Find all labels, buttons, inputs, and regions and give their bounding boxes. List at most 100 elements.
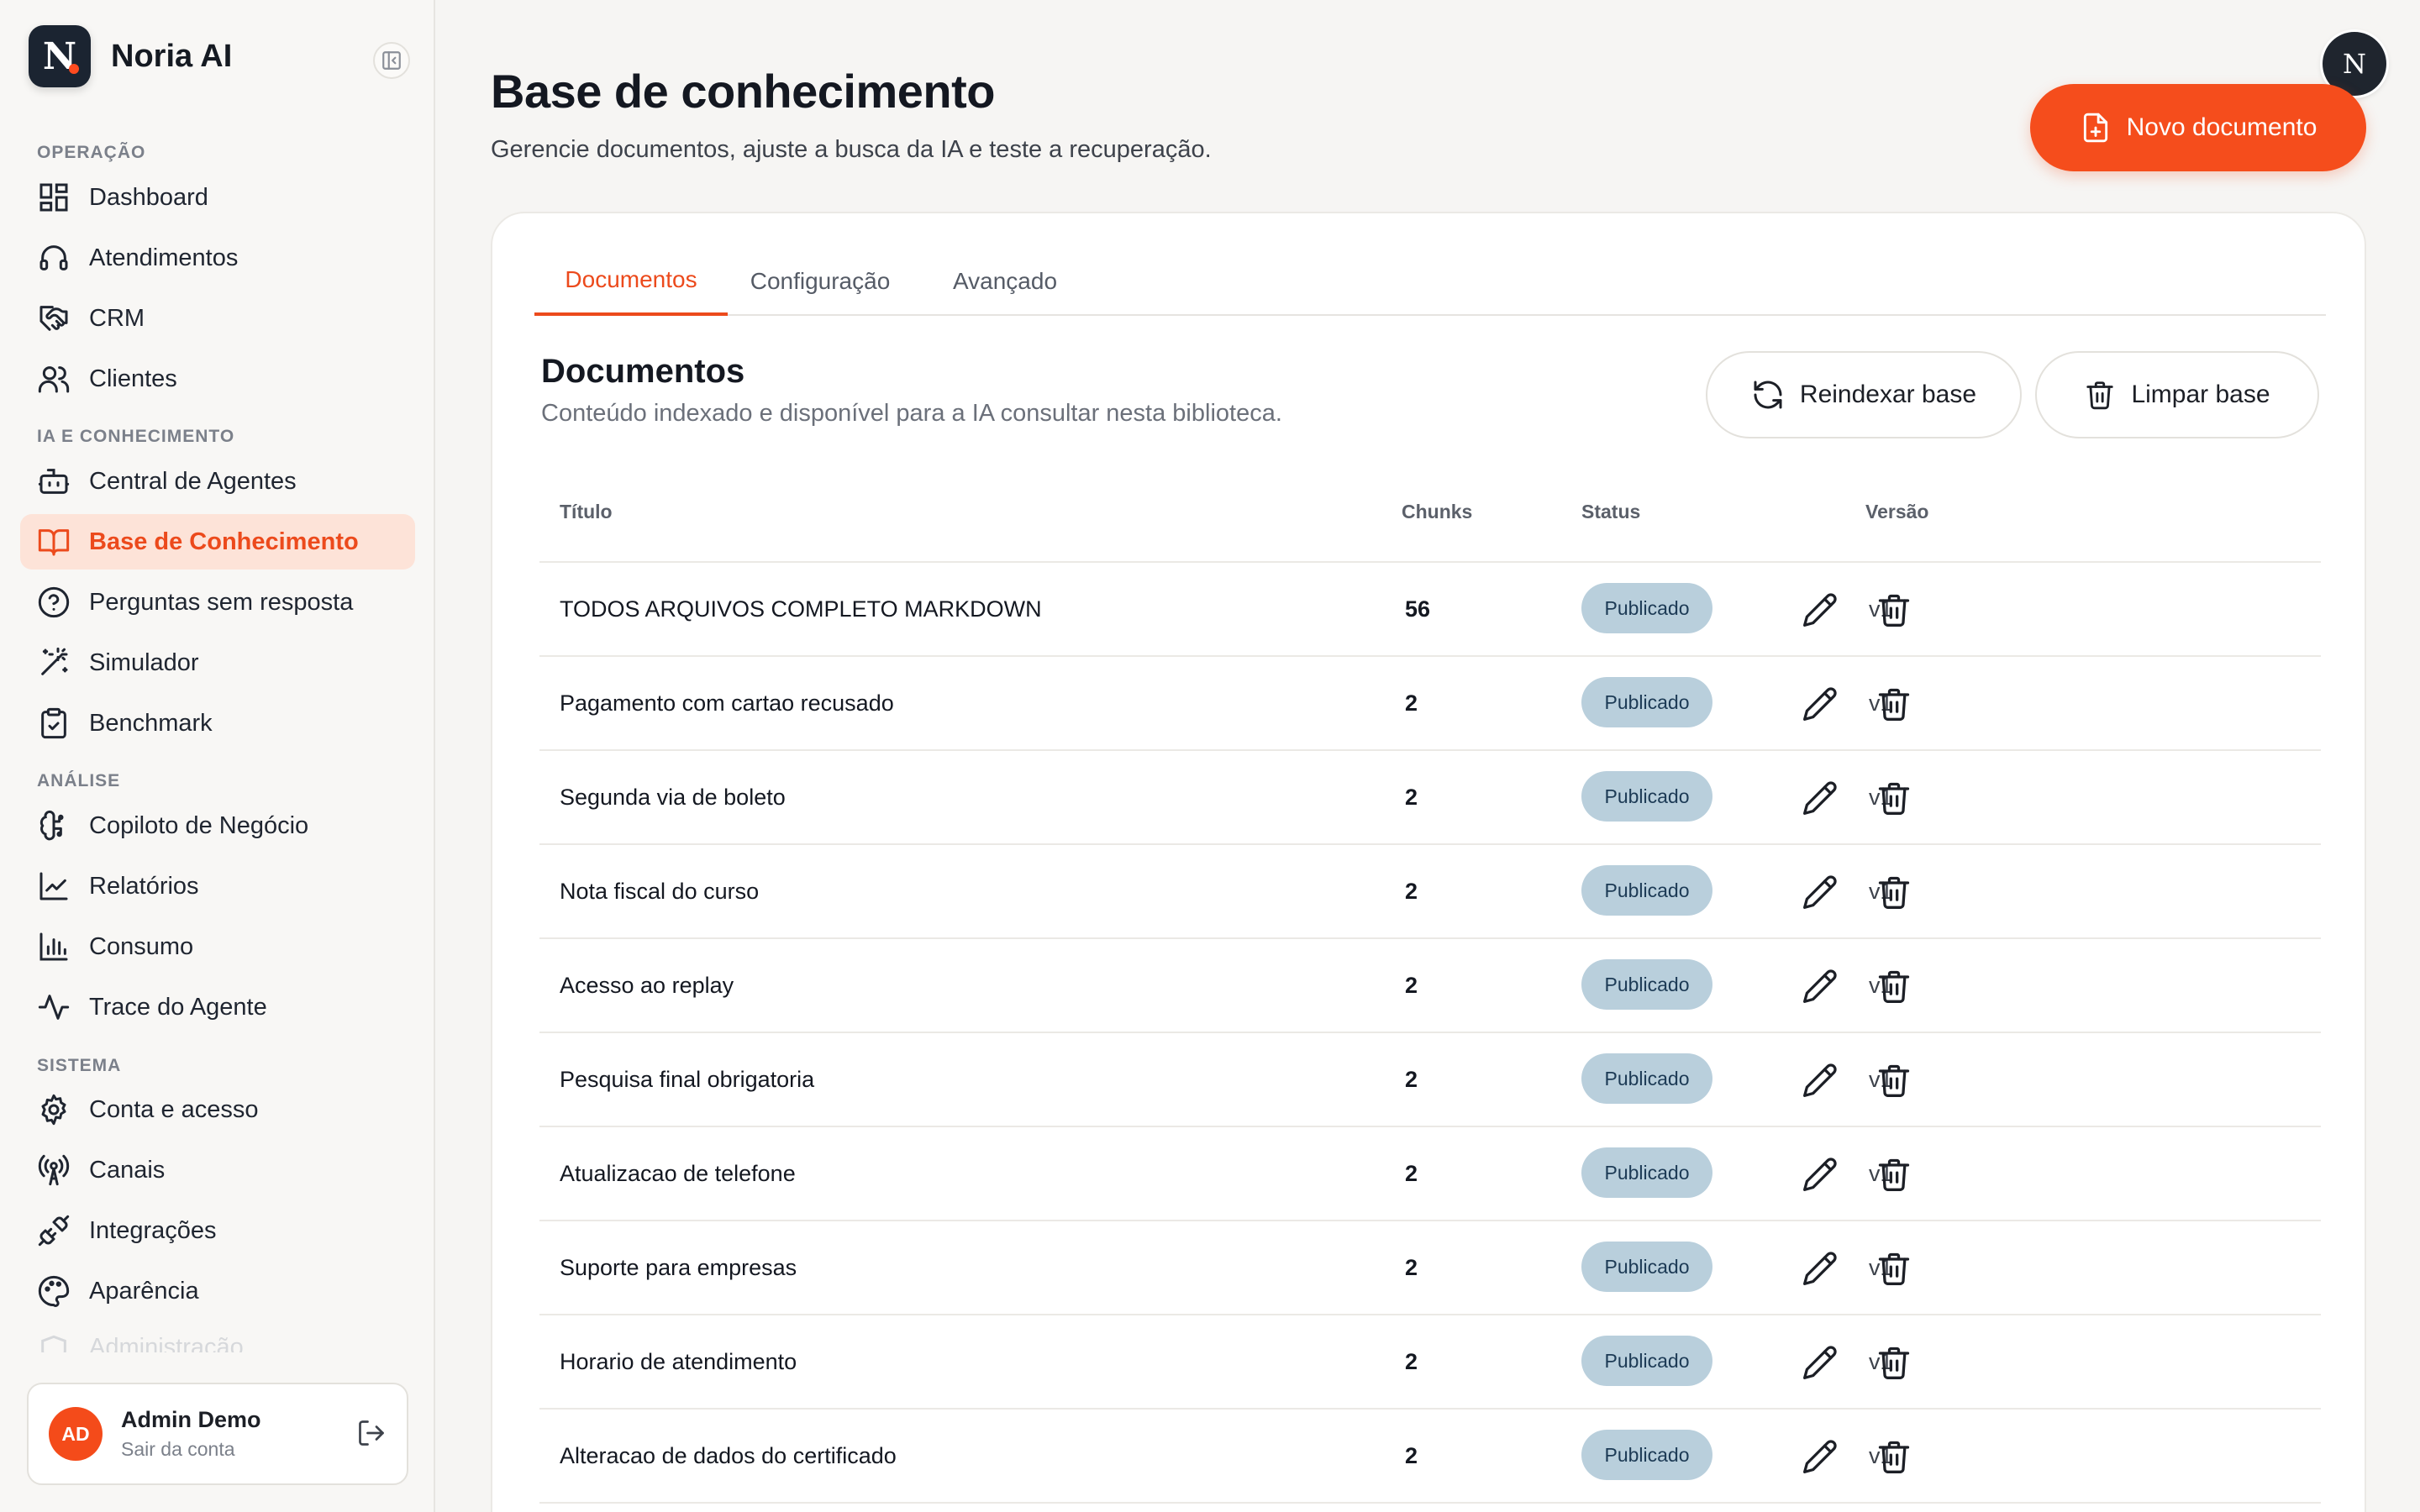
radio-tower-icon bbox=[38, 1154, 70, 1186]
brain-icon bbox=[39, 810, 64, 841]
table-row[interactable]: Acesso ao replay 2 Publicado v1 bbox=[539, 939, 2321, 1033]
reindex-button[interactable]: Reindexar base bbox=[1706, 351, 2022, 438]
edit-icon[interactable] bbox=[1802, 1062, 1839, 1099]
edit-icon[interactable] bbox=[1802, 1156, 1839, 1193]
logo-dot bbox=[69, 64, 79, 74]
document-title: Atualizacao de telefone bbox=[560, 1160, 796, 1186]
line-chart-icon bbox=[39, 872, 68, 900]
sidebar-item-central-agentes[interactable]: Central de Agentes bbox=[20, 454, 415, 509]
sidebar-item-copiloto[interactable]: Copiloto de Negócio bbox=[20, 798, 415, 853]
sidebar-collapse-icon bbox=[382, 51, 401, 70]
tab-configuracao[interactable]: Configuração bbox=[728, 247, 913, 316]
sidebar-item-atendimentos[interactable]: Atendimentos bbox=[20, 230, 415, 286]
sidebar-collapse-button[interactable] bbox=[373, 42, 410, 79]
sidebar-item-trace[interactable]: Trace do Agente bbox=[20, 979, 415, 1035]
document-chunks: 2 bbox=[1405, 1160, 1418, 1186]
table-row[interactable]: Horario de atendimento 2 Publicado v1 bbox=[539, 1315, 2321, 1410]
column-header-title[interactable]: Título bbox=[560, 501, 613, 523]
page-subtitle: Gerencie documentos, ajuste a busca da I… bbox=[491, 136, 1212, 163]
edit-icon[interactable] bbox=[1802, 1438, 1839, 1475]
trash-icon[interactable] bbox=[1876, 780, 1912, 816]
user-info: Admin Demo Sair da conta bbox=[121, 1407, 261, 1461]
edit-icon[interactable] bbox=[1802, 1344, 1839, 1381]
sidebar-item-perguntas[interactable]: Perguntas sem resposta bbox=[20, 575, 415, 630]
document-title: Acesso ao replay bbox=[560, 972, 734, 998]
document-title: Nota fiscal do curso bbox=[560, 878, 760, 904]
edit-icon[interactable] bbox=[1802, 874, 1839, 911]
sidebar-item-conta[interactable]: Conta e acesso bbox=[20, 1082, 415, 1137]
trash-icon[interactable] bbox=[1876, 1438, 1912, 1475]
table-row[interactable]: Suporte para empresas 2 Publicado v1 bbox=[539, 1221, 2321, 1315]
sidebar-item-label: Atendimentos bbox=[89, 244, 239, 271]
status-badge: Publicado bbox=[1581, 1147, 1712, 1198]
sidebar-item-crm[interactable]: CRM bbox=[20, 291, 415, 346]
trash-icon[interactable] bbox=[1876, 1062, 1912, 1099]
table-row[interactable]: Atualizacao de telefone 2 Publicado v1 bbox=[539, 1127, 2321, 1221]
trash-icon[interactable] bbox=[1876, 1250, 1912, 1287]
trash-icon[interactable] bbox=[1876, 874, 1912, 911]
logout-label: Sair da conta bbox=[121, 1438, 235, 1460]
sidebar-item-dashboard[interactable]: Dashboard bbox=[20, 170, 415, 225]
table-row[interactable]: Pesquisa final obrigatoria 2 Publicado v… bbox=[539, 1033, 2321, 1127]
sidebar-item-label: Perguntas sem resposta bbox=[89, 588, 354, 616]
clipboard-check-icon bbox=[41, 707, 66, 739]
edit-icon[interactable] bbox=[1802, 968, 1839, 1005]
table-row[interactable]: Alteracao de dados do certificado 2 Publ… bbox=[539, 1410, 2321, 1504]
column-header-status[interactable]: Status bbox=[1581, 501, 1640, 523]
book-icon bbox=[38, 529, 70, 556]
handshake-icon bbox=[39, 306, 68, 331]
sidebar-item-aparencia[interactable]: Aparência bbox=[20, 1263, 415, 1319]
page-title: Base de conhecimento bbox=[491, 65, 995, 118]
edit-icon[interactable] bbox=[1802, 780, 1839, 816]
status-badge: Publicado bbox=[1581, 1336, 1712, 1386]
new-document-button[interactable]: Novo documento bbox=[2030, 84, 2366, 171]
sidebar-item-label: Dashboard bbox=[89, 183, 208, 211]
sidebar-item-label: Canais bbox=[89, 1156, 166, 1184]
edit-icon[interactable] bbox=[1802, 685, 1839, 722]
edit-icon[interactable] bbox=[1802, 591, 1839, 628]
sidebar-item-canais[interactable]: Canais bbox=[20, 1142, 415, 1198]
sidebar-item-label: Conta e acesso bbox=[89, 1095, 259, 1123]
table-row[interactable]: TODOS ARQUIVOS COMPLETO MARKDOWN 56 Publ… bbox=[539, 563, 2321, 657]
user-card[interactable]: AD Admin Demo Sair da conta bbox=[27, 1383, 408, 1485]
sidebar-item-label: Integrações bbox=[89, 1216, 217, 1244]
column-header-chunks[interactable]: Chunks bbox=[1402, 501, 1472, 523]
nav-section-ia: IA E CONHECIMENTO bbox=[37, 427, 235, 446]
tab-avancado[interactable]: Avançado bbox=[913, 247, 1097, 316]
trash-icon[interactable] bbox=[1876, 591, 1912, 628]
brand[interactable]: N Noria AI bbox=[29, 25, 232, 87]
trash-icon[interactable] bbox=[1876, 1156, 1912, 1193]
table-row[interactable]: Pagamento com cartao recusado 2 Publicad… bbox=[539, 657, 2321, 751]
column-header-version[interactable]: Versão bbox=[1865, 501, 1928, 523]
sidebar-item-administracao[interactable]: Administração bbox=[20, 1319, 415, 1352]
sidebar-item-consumo[interactable]: Consumo bbox=[20, 919, 415, 974]
sidebar-item-relatorios[interactable]: Relatórios bbox=[20, 858, 415, 914]
magic-wand-icon bbox=[41, 647, 68, 675]
sidebar-item-label: Central de Agentes bbox=[89, 467, 297, 495]
nav-section-sistema: SISTEMA bbox=[37, 1056, 122, 1075]
table-row[interactable]: Nota fiscal do curso 2 Publicado v1 bbox=[539, 845, 2321, 939]
clear-base-button[interactable]: Limpar base bbox=[2035, 351, 2319, 438]
nav-section-analise: ANÁLISE bbox=[37, 771, 121, 790]
sidebar-item-label: Relatórios bbox=[89, 872, 199, 900]
sidebar-item-label: Clientes bbox=[89, 365, 177, 392]
document-chunks: 2 bbox=[1405, 1254, 1418, 1280]
edit-icon[interactable] bbox=[1802, 1250, 1839, 1287]
sidebar-item-benchmark[interactable]: Benchmark bbox=[20, 696, 415, 751]
sidebar-item-integracoes[interactable]: Integrações bbox=[20, 1203, 415, 1258]
sidebar-item-simulador[interactable]: Simulador bbox=[20, 635, 415, 690]
sidebar-item-clientes[interactable]: Clientes bbox=[20, 351, 415, 407]
plug-icon bbox=[38, 1215, 70, 1247]
trash-icon[interactable] bbox=[1876, 1344, 1912, 1381]
document-title: Pagamento com cartao recusado bbox=[560, 690, 894, 716]
status-badge: Publicado bbox=[1581, 1242, 1712, 1292]
users-icon bbox=[38, 366, 70, 393]
tab-documentos[interactable]: Documentos bbox=[534, 247, 728, 316]
sidebar-item-base-conhecimento[interactable]: Base de Conhecimento bbox=[20, 514, 415, 570]
trash-icon[interactable] bbox=[1876, 685, 1912, 722]
bar-chart-icon bbox=[39, 932, 68, 961]
trash-icon[interactable] bbox=[1876, 968, 1912, 1005]
logout-icon[interactable] bbox=[356, 1418, 387, 1448]
status-badge: Publicado bbox=[1581, 677, 1712, 727]
table-row[interactable]: Segunda via de boleto 2 Publicado v1 bbox=[539, 751, 2321, 845]
